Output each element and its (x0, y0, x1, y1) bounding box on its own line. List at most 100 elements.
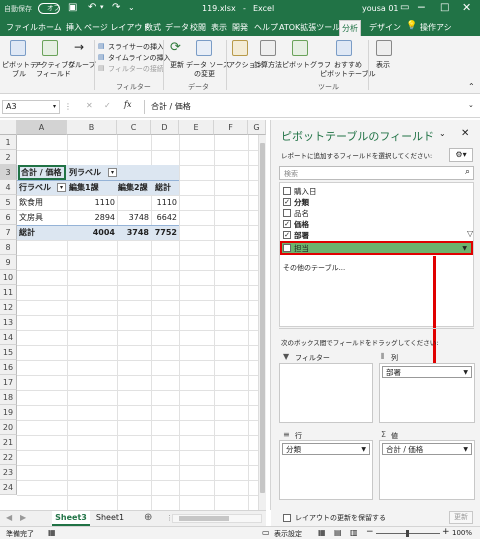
cell-b6[interactable]: 2894 (67, 210, 115, 225)
enter-icon[interactable]: ✓ (104, 101, 111, 110)
row-header[interactable]: 5 (0, 195, 17, 210)
pivottable-label2[interactable]: ブル (12, 69, 26, 79)
cell-a5[interactable]: 飲食用 (19, 195, 65, 210)
pane-close-icon[interactable]: ✕ (461, 128, 469, 139)
actions-icon[interactable] (232, 40, 248, 56)
pivottable-icon[interactable] (10, 40, 26, 56)
active-field-label2[interactable]: フィールド (36, 69, 71, 79)
cell-d5[interactable]: 1110 (151, 195, 177, 210)
row-header[interactable]: 10 (0, 270, 17, 285)
row-header[interactable]: 14 (0, 330, 17, 345)
cell-a4[interactable]: 行ラベル (19, 180, 57, 195)
customize-toolbar-icon[interactable]: ⌄ (128, 3, 135, 12)
column-header-d[interactable]: D (151, 120, 179, 135)
field-checkbox[interactable]: ✓ (283, 231, 291, 239)
zoom-out-icon[interactable]: − (366, 527, 374, 537)
field-checkbox[interactable] (283, 187, 291, 195)
cell-b7[interactable]: 4004 (67, 225, 115, 240)
collapse-ribbon-icon[interactable]: ⌃ (468, 82, 475, 91)
row-field-pill[interactable]: 分類 ▼ (282, 443, 370, 455)
timeline-icon[interactable]: ▤ (98, 53, 105, 61)
cell-c7[interactable]: 3748 (117, 225, 149, 240)
row-header[interactable]: 9 (0, 255, 17, 270)
row-header[interactable]: 8 (0, 240, 17, 255)
cell-d7[interactable]: 7752 (151, 225, 177, 240)
sheet-tab-sheet3[interactable]: Sheet3 (52, 511, 90, 526)
expand-formula-icon[interactable]: ⌄ (468, 101, 474, 109)
row-header[interactable]: 11 (0, 285, 17, 300)
tab-page-layout[interactable]: ページ レイアウト (84, 22, 150, 33)
user-name[interactable]: yousa 01 (362, 4, 399, 13)
field-item[interactable]: ✓ 価格 (283, 219, 309, 230)
field-checkbox[interactable] (283, 209, 291, 217)
show-icon[interactable] (376, 40, 392, 56)
tab-analyze[interactable]: 分析 (339, 20, 361, 36)
row-header[interactable]: 18 (0, 390, 17, 405)
column-header-f[interactable]: F (214, 120, 248, 135)
row-header[interactable]: 16 (0, 360, 17, 375)
column-header-c[interactable]: C (117, 120, 151, 135)
active-field-icon[interactable] (42, 40, 58, 56)
cell-b3[interactable]: 列ラベル (69, 165, 109, 180)
page-layout-view-icon[interactable]: ▤ (334, 528, 342, 537)
normal-view-icon[interactable]: ▦ (318, 528, 326, 537)
horizontal-scrollbar[interactable] (172, 514, 262, 523)
column-filter-icon[interactable]: ▾ (108, 168, 117, 177)
row-header[interactable]: 3 (0, 165, 17, 180)
tab-scroll-left-icon[interactable]: ◀ (6, 513, 12, 522)
tab-atok[interactable]: ATOK拡張ツール (279, 22, 340, 33)
change-source-icon[interactable] (196, 40, 212, 56)
insert-timeline[interactable]: タイムラインの挿入 (108, 53, 171, 63)
tab-developer[interactable]: 開発 (232, 22, 248, 33)
column-header-a[interactable]: A (17, 120, 67, 135)
page-break-view-icon[interactable]: ▥ (350, 528, 358, 537)
zoom-in-icon[interactable]: + (442, 527, 450, 537)
cell-b5[interactable]: 1110 (67, 195, 115, 210)
filter-area[interactable] (279, 363, 373, 423)
name-box[interactable]: A3 ▾ (2, 100, 60, 114)
add-sheet-icon[interactable]: ⊕ (144, 512, 152, 523)
tab-data[interactable]: データ (165, 22, 189, 33)
worksheet[interactable]: A B C D E F G 1 2 3 4 5 6 7 8 9 10 11 12 13 14 15 16 17 1… (0, 120, 266, 510)
horizontal-scrollbar-thumb[interactable] (179, 516, 229, 521)
row-header[interactable]: 19 (0, 405, 17, 420)
display-settings[interactable]: 表示設定 (274, 529, 302, 539)
column-header-e[interactable]: E (179, 120, 214, 135)
chevron-down-icon[interactable]: ▼ (463, 444, 468, 455)
undo-icon[interactable]: ↶ (88, 2, 96, 13)
field-checkbox[interactable]: ✓ (283, 198, 291, 206)
calculations-icon[interactable] (260, 40, 276, 56)
cell-d4[interactable]: 総計 (155, 180, 179, 195)
column-header-b[interactable]: B (67, 120, 117, 135)
tab-formulas[interactable]: 数式 (145, 22, 161, 33)
minimize-icon[interactable]: ─ (418, 1, 425, 14)
field-item[interactable]: 購入日 (283, 186, 317, 197)
search-icon[interactable]: ⌕ (465, 167, 470, 177)
row-header[interactable]: 4 (0, 180, 17, 195)
refresh-icon[interactable]: ⟳ (170, 40, 181, 55)
vertical-scrollbar[interactable] (258, 135, 266, 510)
tab-design[interactable]: デザイン (369, 22, 401, 33)
tab-file[interactable]: ファイル (6, 22, 38, 33)
row-header[interactable]: 15 (0, 345, 17, 360)
tab-home[interactable]: ホーム (38, 22, 62, 33)
value-field-pill[interactable]: 合計 / 価格 ▼ (382, 443, 472, 455)
vertical-scrollbar-thumb[interactable] (260, 143, 265, 493)
undo-dropdown-icon[interactable]: ▾ (100, 3, 104, 11)
tab-scroll-right-icon[interactable]: ▶ (20, 513, 26, 522)
row-header[interactable]: 1 (0, 135, 17, 150)
cell-c4[interactable]: 編集2課 (118, 180, 151, 195)
cell-a3[interactable]: 合計 / 価格 (18, 165, 66, 180)
show-label[interactable]: 表示 (376, 60, 390, 70)
defer-update-checkbox[interactable] (283, 514, 291, 522)
row-header[interactable]: 2 (0, 150, 17, 165)
layout-gear-icon[interactable]: ⚙▾ (449, 148, 473, 162)
row-header[interactable]: 22 (0, 450, 17, 465)
chevron-down-icon[interactable]: ▼ (463, 367, 468, 378)
update-button[interactable]: 更新 (449, 511, 473, 524)
ribbon-display-icon[interactable]: ▭ (400, 2, 409, 13)
row-header[interactable]: 23 (0, 465, 17, 480)
field-item[interactable]: ✓ 部署 (283, 230, 309, 241)
field-search-input[interactable]: 検索 ⌕ (279, 166, 474, 180)
field-item[interactable]: 品名 (283, 208, 309, 219)
